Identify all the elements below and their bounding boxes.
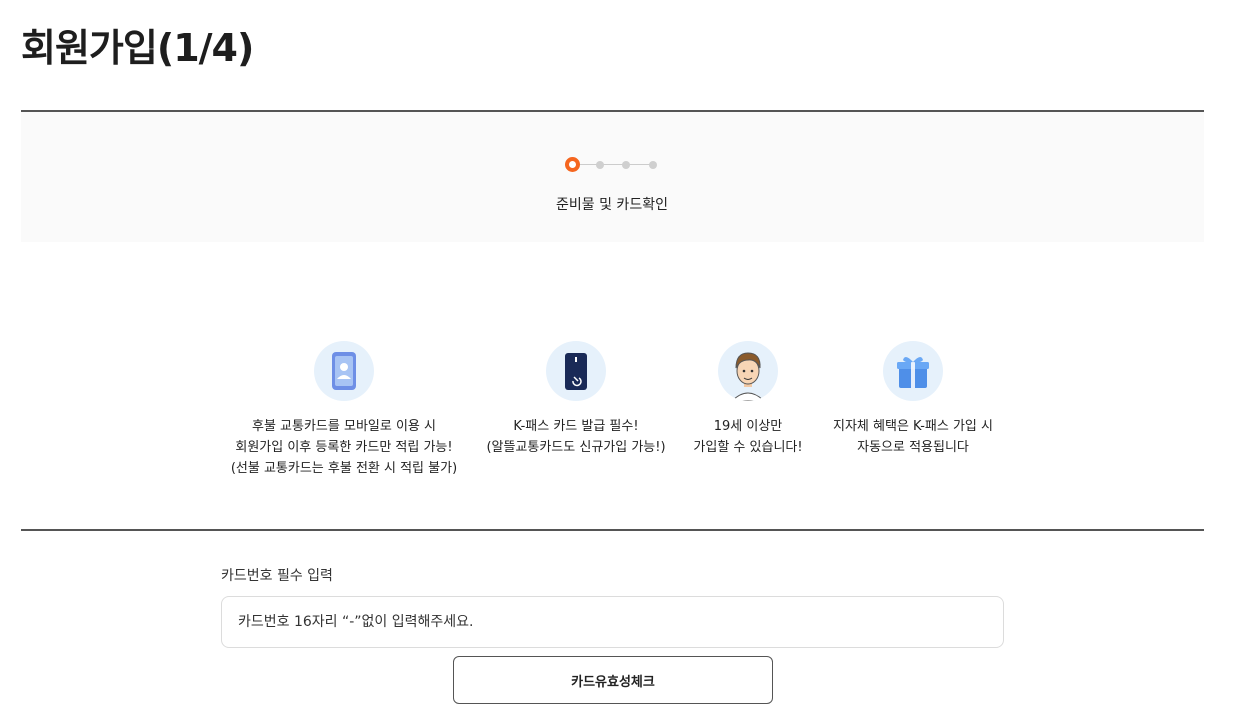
info-line: 후불 교통카드를 모바일로 이용 시: [252, 419, 436, 434]
info-line: 자동으로 적용됩니다: [857, 440, 969, 455]
step-dot-2: [596, 161, 604, 169]
info-line: 19세 이상만: [713, 419, 783, 434]
info-line: K-패스 카드 발급 필수!: [513, 419, 639, 434]
gift-box-icon: [883, 341, 943, 401]
step-dot-4: [649, 161, 657, 169]
info-item-benefits: 지자체 혜택은 K-패스 가입 시 자동으로 적용됩니다: [823, 341, 1003, 458]
info-item-kpass-card: K-패스 카드 발급 필수! (알뜰교통카드도 신규가입 가능!): [478, 341, 674, 458]
info-item-mobile: 후불 교통카드를 모바일로 이용 시 회원가입 이후 등록한 카드만 적립 가능…: [224, 341, 464, 479]
info-item-age: 19세 이상만 가입할 수 있습니다!: [684, 341, 812, 458]
info-line: 가입할 수 있습니다!: [693, 440, 803, 455]
info-line: 회원가입 이후 등록한 카드만 적립 가능!: [235, 440, 453, 455]
info-line: 지자체 혜택은 K-패스 가입 시: [833, 419, 993, 434]
k-pass-card-icon: [546, 341, 606, 401]
person-avatar-icon: [718, 341, 778, 401]
page-title: 회원가입(1/4): [21, 26, 254, 70]
mobile-phone-icon: [314, 341, 374, 401]
stepper-line: [573, 164, 653, 165]
section-divider: [21, 529, 1204, 531]
current-step-label: 준비물 및 카드확인: [556, 197, 668, 213]
info-line: (알뜰교통카드도 신규가입 가능!): [486, 440, 666, 455]
card-validity-check-button[interactable]: 카드유효성체크: [453, 656, 773, 704]
info-line: (선불 교통카드는 후불 전환 시 적립 불가): [230, 461, 458, 476]
card-number-input[interactable]: [221, 596, 1004, 648]
step-dot-1-active: [565, 157, 580, 172]
step-dot-3: [622, 161, 630, 169]
progress-stepper: [565, 157, 661, 173]
card-number-label: 카드번호 필수 입력: [221, 568, 333, 584]
stepper-panel: [21, 112, 1204, 242]
